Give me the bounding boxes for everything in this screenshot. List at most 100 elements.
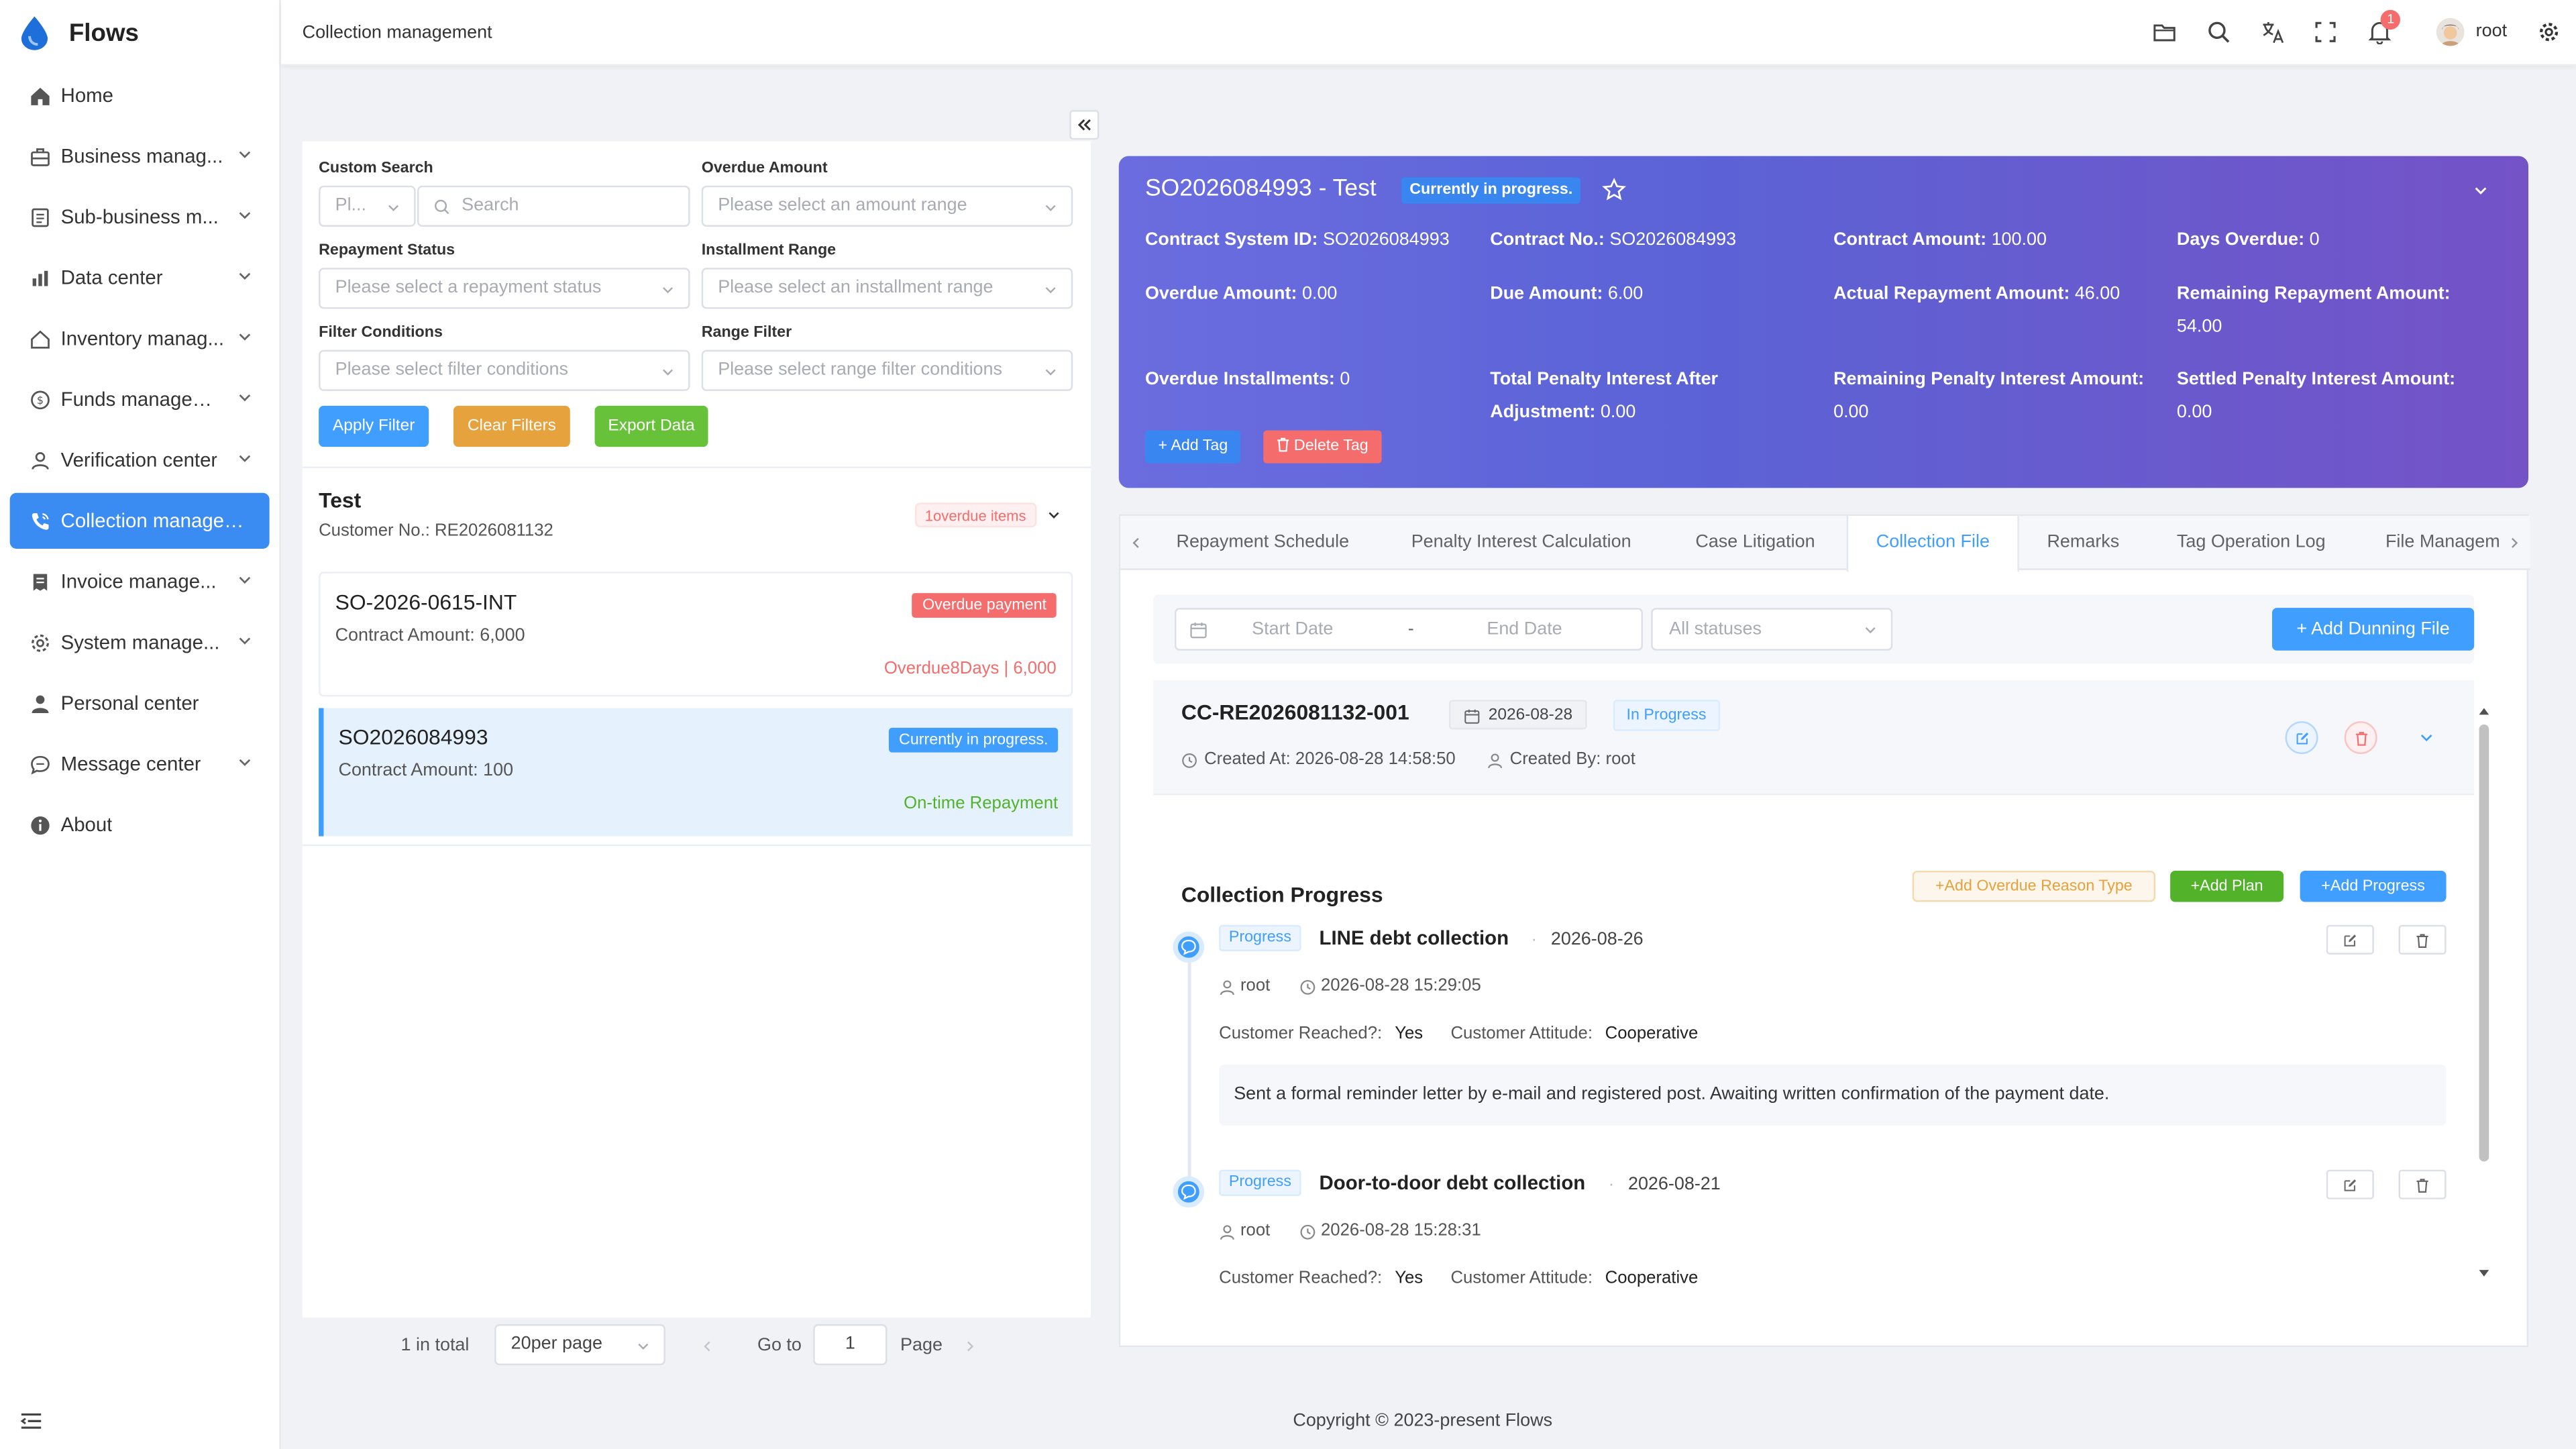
menu-collapse-icon[interactable] <box>19 1409 42 1432</box>
clock-icon <box>1300 1224 1316 1240</box>
filter-conditions-select[interactable]: Please select filter conditions <box>319 350 690 391</box>
field-value: 46.00 <box>2074 284 2121 305</box>
reached-value: Yes <box>1395 1268 1424 1289</box>
gear-icon <box>28 631 51 653</box>
bar-chart-icon <box>28 266 51 289</box>
trash-icon <box>2355 731 2367 745</box>
tab-penalty-interest[interactable]: Penalty Interest Calculation <box>1411 516 1631 570</box>
tab-tag-operation-log[interactable]: Tag Operation Log <box>2177 516 2326 570</box>
status-select[interactable]: All statuses <box>1651 608 1893 651</box>
edit-file-button[interactable] <box>2285 721 2318 755</box>
add-dunning-file-button[interactable]: + Add Dunning File <box>2271 608 2475 651</box>
delete-tag-button[interactable]: Delete Tag <box>1263 430 1382 464</box>
add-tag-button[interactable]: + Add Tag <box>1144 430 1241 464</box>
chevron-down-icon[interactable] <box>1046 508 1061 523</box>
chevron-left-icon[interactable] <box>700 1339 714 1354</box>
fullscreen-icon[interactable] <box>2313 19 2338 44</box>
status-badge: Currently in progress. <box>1401 177 1581 204</box>
collapse-panel-button[interactable] <box>1069 110 1099 140</box>
overdue-items-tag: 1overdue items <box>915 502 1036 528</box>
add-plan-button[interactable]: +Add Plan <box>2170 870 2284 902</box>
chevron-right-icon[interactable] <box>2507 535 2522 550</box>
logo[interactable]: Flows <box>0 0 279 66</box>
contract-card[interactable]: SO-2026-0615-INT Contract Amount: 6,000 … <box>319 572 1073 697</box>
droplet-logo-icon <box>21 16 48 50</box>
sidebar-item-personal[interactable]: Personal center <box>10 676 270 731</box>
file-id: CC-RE2026081132-001 <box>1181 700 1409 725</box>
custom-search-field-select[interactable]: Pl... <box>319 185 416 227</box>
tab-remarks[interactable]: Remarks <box>2047 516 2119 570</box>
range-filter-select[interactable]: Please select range filter conditions <box>701 350 1073 391</box>
search-icon[interactable] <box>2206 19 2231 44</box>
chevron-down-icon[interactable] <box>2473 182 2489 199</box>
avatar[interactable] <box>2436 17 2465 46</box>
settings-gear-icon[interactable] <box>2538 21 2560 43</box>
chevron-right-icon[interactable] <box>963 1339 977 1354</box>
reached-value: Yes <box>1395 1023 1424 1044</box>
chevron-down-icon <box>239 576 251 584</box>
scroll-up-arrow-icon[interactable] <box>2477 705 2491 718</box>
star-icon[interactable] <box>1602 177 1627 202</box>
tab-file-management[interactable]: File Managem <box>2385 516 2500 570</box>
repayment-status-select[interactable]: Please select a repayment status <box>319 268 690 309</box>
edit-progress-button[interactable] <box>2326 924 2374 955</box>
translate-icon[interactable] <box>2261 19 2286 44</box>
custom-search-label: Custom Search <box>319 159 433 178</box>
scroll-thumb[interactable] <box>2479 724 2489 1162</box>
progress-user: root <box>1240 975 1271 996</box>
field-label: Due Amount: <box>1490 284 1603 305</box>
sidebar-item-funds[interactable]: $ Funds managem... <box>10 371 270 427</box>
attitude-value: Cooperative <box>1605 1023 1699 1044</box>
delete-progress-button[interactable] <box>2398 1169 2447 1199</box>
sidebar-item-sub-business[interactable]: Sub-business m... <box>10 189 270 245</box>
sidebar-item-invoice[interactable]: Invoice manage... <box>10 553 270 609</box>
page-number-input[interactable]: 1 <box>813 1324 888 1366</box>
clear-filters-button[interactable]: Clear Filters <box>453 405 570 447</box>
apply-filter-button[interactable]: Apply Filter <box>319 405 429 447</box>
chevron-down-icon <box>1865 627 1876 634</box>
calendar-icon <box>1464 709 1480 724</box>
overdue-amount-select[interactable]: Please select an amount range <box>701 185 1073 227</box>
search-input[interactable]: Search <box>417 185 690 227</box>
sidebar-item-collection[interactable]: Collection managem... <box>9 492 270 549</box>
folder-icon[interactable] <box>2152 19 2177 44</box>
scroll-down-arrow-icon[interactable] <box>2477 1267 2491 1280</box>
add-overdue-reason-button[interactable]: +Add Overdue Reason Type <box>1912 870 2156 902</box>
sidebar-item-about[interactable]: About <box>10 797 270 853</box>
status-badge: Overdue payment <box>912 593 1057 618</box>
export-data-button[interactable]: Export Data <box>594 405 708 447</box>
tab-collection-file[interactable]: Collection File <box>1846 515 2020 572</box>
sidebar-item-home[interactable]: Home <box>10 67 270 123</box>
sidebar: Flows Home Business manag... Sub-busines… <box>0 0 281 1449</box>
sidebar-item-inventory[interactable]: Inventory manag... <box>10 311 270 366</box>
contract-card-selected[interactable]: SO2026084993 Contract Amount: 100 Curren… <box>319 708 1073 837</box>
timeline-dot <box>1173 1176 1205 1208</box>
chevron-down-icon[interactable] <box>2418 729 2434 745</box>
sidebar-item-message[interactable]: Message center <box>10 736 270 792</box>
add-progress-button[interactable]: +Add Progress <box>2300 870 2447 902</box>
info-icon <box>28 813 51 836</box>
installment-range-select[interactable]: Please select an installment range <box>701 268 1073 309</box>
page-size-select[interactable]: 20per page <box>494 1324 665 1366</box>
date-range-picker[interactable]: Start Date - End Date <box>1175 608 1643 651</box>
tab-repayment-schedule[interactable]: Repayment Schedule <box>1176 516 1349 570</box>
detail-tabs: Repayment Schedule Penalty Interest Calc… <box>1118 514 2530 1348</box>
tab-case-litigation[interactable]: Case Litigation <box>1695 516 1815 570</box>
delete-file-button[interactable] <box>2344 721 2377 755</box>
attitude-label: Customer Attitude: <box>1450 1023 1593 1044</box>
sidebar-item-verification[interactable]: Verification center <box>10 432 270 488</box>
delete-progress-button[interactable] <box>2398 924 2447 955</box>
progress-note: Sent a formal reminder letter by e-mail … <box>1219 1064 2447 1126</box>
status-badge: Currently in progress. <box>889 727 1059 753</box>
user-name[interactable]: root <box>2476 21 2507 41</box>
sidebar-item-system[interactable]: System manage... <box>10 614 270 670</box>
edit-progress-button[interactable] <box>2326 1169 2374 1199</box>
sidebar-item-data-center[interactable]: Data center <box>10 250 270 305</box>
sidebar-item-business[interactable]: Business manag... <box>10 128 270 184</box>
chevron-left-icon[interactable] <box>1128 535 1143 550</box>
scrollbar[interactable] <box>2479 705 2489 1288</box>
field-value: 6.00 <box>1607 284 1644 305</box>
customer-number: Customer No.: RE2026081132 <box>319 521 553 541</box>
field-value: 54.00 <box>2176 317 2222 337</box>
field-value: 0.00 <box>1301 284 1338 305</box>
